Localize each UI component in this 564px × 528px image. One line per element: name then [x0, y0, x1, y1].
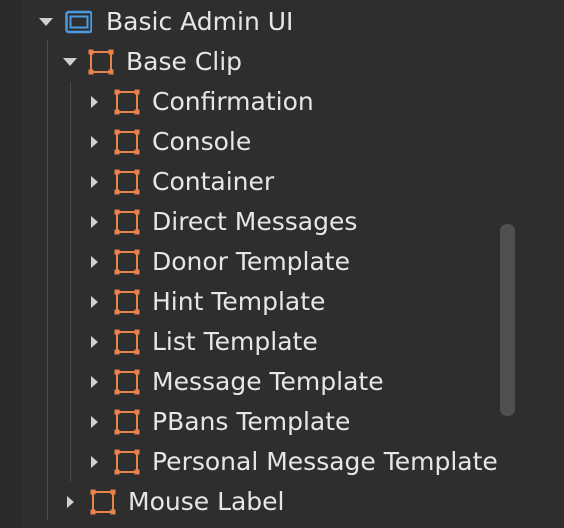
frame-icon	[114, 289, 140, 315]
frame-icon	[90, 489, 116, 515]
tree-item-hint-template[interactable]: Hint Template	[0, 282, 500, 322]
window-icon	[65, 10, 92, 34]
tree-item-mouse-label[interactable]: Mouse Label	[0, 482, 500, 522]
frame-icon	[114, 329, 140, 355]
vertical-scrollbar[interactable]	[500, 224, 515, 416]
tree-item-label: Hint Template	[152, 287, 326, 316]
frame-icon	[114, 409, 140, 435]
tree-item-list-template[interactable]: List Template	[0, 322, 500, 362]
tree-item-label: Message Template	[152, 367, 384, 396]
tree-item-label: Direct Messages	[152, 207, 358, 236]
tree-item-label: Basic Admin UI	[106, 7, 294, 36]
chevron-right-icon[interactable]	[91, 216, 98, 228]
tree-item-container[interactable]: Container	[0, 162, 500, 202]
tree-item-console[interactable]: Console	[0, 122, 500, 162]
chevron-right-icon[interactable]	[67, 496, 74, 508]
chevron-right-icon[interactable]	[91, 136, 98, 148]
chevron-down-icon[interactable]	[63, 58, 77, 66]
frame-icon	[114, 249, 140, 275]
chevron-right-icon[interactable]	[91, 96, 98, 108]
frame-icon	[88, 49, 114, 75]
tree-item-direct-messages[interactable]: Direct Messages	[0, 202, 500, 242]
chevron-right-icon[interactable]	[91, 176, 98, 188]
chevron-right-icon[interactable]	[91, 416, 98, 428]
tree-item-donor-template[interactable]: Donor Template	[0, 242, 500, 282]
frame-icon	[114, 129, 140, 155]
tree-item-confirmation[interactable]: Confirmation	[0, 82, 500, 122]
tree-item-label: Container	[152, 167, 275, 196]
frame-icon	[114, 89, 140, 115]
chevron-right-icon[interactable]	[91, 456, 98, 468]
chevron-down-icon[interactable]	[39, 18, 53, 26]
frame-icon	[114, 449, 140, 475]
tree-item-label: Confirmation	[152, 87, 314, 116]
chevron-right-icon[interactable]	[91, 376, 98, 388]
tree-item-label: Mouse Label	[128, 487, 285, 516]
tree-item-label: Donor Template	[152, 247, 350, 276]
tree-item-message-template[interactable]: Message Template	[0, 362, 500, 402]
tree-item-label: List Template	[152, 327, 318, 356]
tree-item-base-clip[interactable]: Base Clip	[0, 42, 500, 82]
tree-item-label: Personal Message Template	[152, 447, 498, 476]
frame-icon	[114, 369, 140, 395]
frame-icon	[114, 209, 140, 235]
chevron-right-icon[interactable]	[91, 256, 98, 268]
tree-item-label: PBans Template	[152, 407, 351, 436]
tree-item-basic-admin-ui[interactable]: Basic Admin UI	[0, 2, 500, 42]
explorer-panel: Basic Admin UI Base Clip Confirmation Co…	[0, 0, 564, 528]
chevron-right-icon[interactable]	[91, 296, 98, 308]
frame-icon	[114, 169, 140, 195]
tree-item-label: Console	[152, 127, 252, 156]
tree-item-pbans-template[interactable]: PBans Template	[0, 402, 500, 442]
tree-item-personal-message-template[interactable]: Personal Message Template	[0, 442, 500, 482]
tree-item-label: Base Clip	[126, 47, 243, 76]
chevron-right-icon[interactable]	[91, 336, 98, 348]
